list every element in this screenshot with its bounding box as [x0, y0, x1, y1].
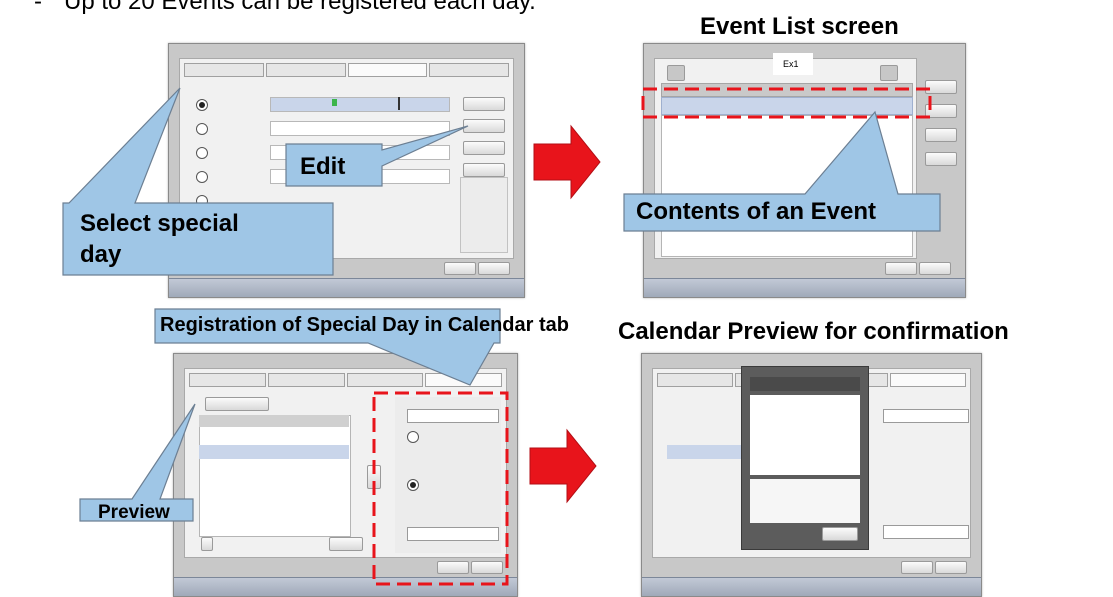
dashed-highlight-event-row [641, 87, 932, 119]
callout-contents-event-label: Contents of an Event [636, 198, 877, 225]
callout-select-special-day-label: Select special [80, 210, 239, 237]
callout-registration-label: Registration of Special Day in Calendar … [160, 314, 569, 336]
red-arrow-right [529, 428, 597, 504]
callout-select-special-day-label-2: day [80, 241, 122, 268]
red-arrow-right [533, 124, 601, 200]
callout-preview-label: Preview [98, 502, 170, 523]
dashed-highlight-pattern-panel [372, 391, 509, 586]
callout-edit-label: Edit [300, 153, 346, 180]
